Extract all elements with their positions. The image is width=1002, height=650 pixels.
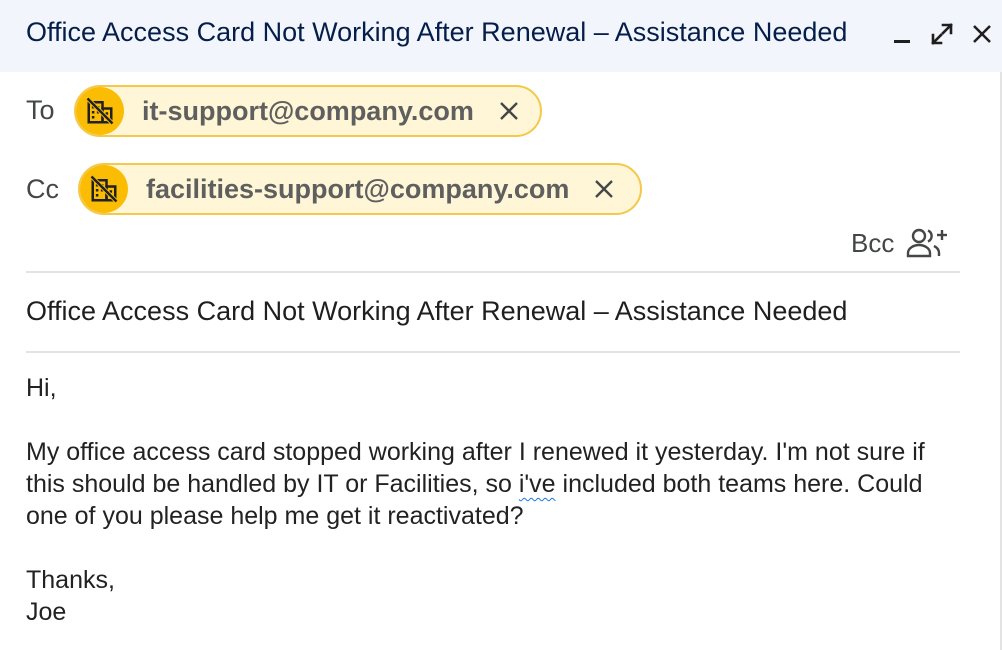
message-paragraph: My office access card stopped working af… [26, 438, 925, 530]
domain-disabled-icon [76, 87, 124, 135]
signature-name: Joe [26, 598, 67, 626]
close-button[interactable] [966, 18, 998, 50]
remove-to-recipient-button[interactable] [494, 96, 524, 126]
signoff: Thanks, [26, 566, 115, 594]
to-recipient-email: it-support@company.com [142, 95, 474, 126]
subject-input[interactable] [26, 296, 960, 327]
compose-title: Office Access Card Not Working After Ren… [26, 17, 848, 47]
message-body[interactable]: Hi, My office access card stopped workin… [26, 372, 966, 628]
minimize-icon [894, 40, 910, 43]
add-recipients-button[interactable] [906, 226, 950, 260]
remove-cc-recipient-button[interactable] [589, 174, 619, 204]
spellcheck-flagged-word[interactable]: i've [519, 470, 556, 498]
cc-recipient-chip[interactable]: facilities-support@company.com [78, 163, 642, 215]
expand-button[interactable] [926, 18, 958, 50]
cc-recipient-email: facilities-support@company.com [146, 173, 570, 204]
compose-title-bar: Office Access Card Not Working After Ren… [0, 0, 1002, 72]
minimize-button[interactable] [886, 18, 918, 50]
domain-disabled-icon [80, 165, 128, 213]
remove-chip-icon [500, 102, 518, 120]
divider [26, 271, 960, 273]
remove-chip-icon [595, 180, 614, 198]
person-add-icon [906, 228, 947, 258]
close-icon [973, 25, 991, 43]
divider [26, 351, 960, 353]
to-recipient-chip[interactable]: it-support@company.com [74, 85, 542, 137]
to-label: To [26, 95, 55, 125]
expand-icon [931, 23, 953, 45]
bcc-button[interactable]: Bcc [851, 228, 894, 259]
cc-label: Cc [26, 174, 59, 204]
greeting: Hi, [26, 374, 57, 402]
